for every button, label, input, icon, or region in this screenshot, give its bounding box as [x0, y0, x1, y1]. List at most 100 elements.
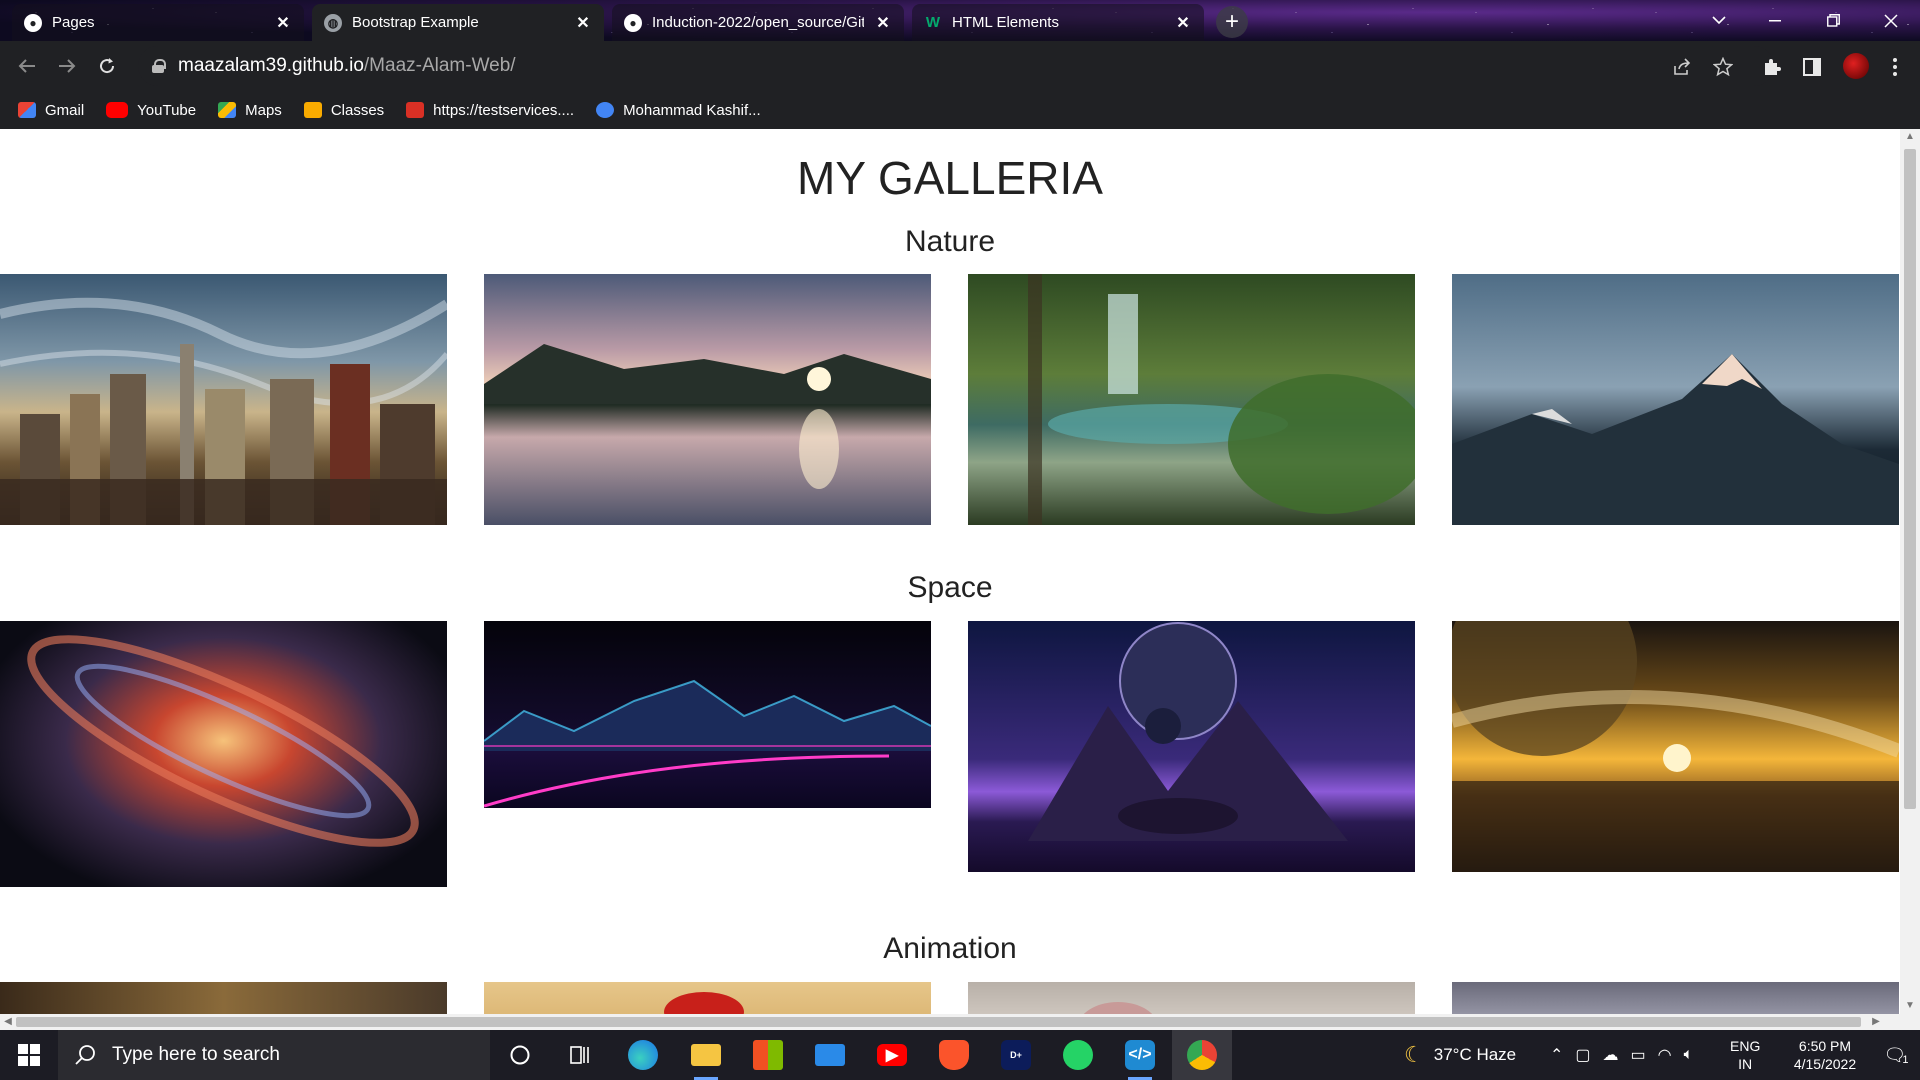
- scroll-up-icon[interactable]: ▲: [1900, 129, 1920, 145]
- disney-app-button[interactable]: D+: [998, 1037, 1034, 1073]
- tab-search-button[interactable]: [1694, 0, 1744, 41]
- tab-html-elements[interactable]: W HTML Elements ✕: [912, 4, 1204, 41]
- weather-text: 37°C Haze: [1433, 1045, 1517, 1064]
- url-domain: maazalam39.github.io: [178, 55, 364, 76]
- maps-icon: [218, 102, 237, 118]
- forward-button[interactable]: [50, 49, 84, 83]
- edge-app-button[interactable]: [625, 1037, 661, 1073]
- bookmark-label: YouTube: [137, 101, 197, 119]
- system-tray-icons: ⌃ ▢ ☁ ▭ ◠ 🔈︎: [1550, 1030, 1693, 1080]
- kebab-menu-icon: [1893, 58, 1897, 76]
- store-app-button[interactable]: [750, 1037, 786, 1073]
- battery-icon[interactable]: ▭: [1631, 1045, 1646, 1065]
- onedrive-icon[interactable]: ☁: [1603, 1045, 1619, 1065]
- new-tab-button[interactable]: +: [1216, 6, 1248, 38]
- lake-sunset-art: [484, 344, 931, 489]
- close-icon[interactable]: ✕: [574, 13, 592, 33]
- vscode-app-button[interactable]: </>: [1122, 1037, 1158, 1080]
- github-icon: ●: [24, 13, 42, 32]
- bookmark-youtube[interactable]: YouTube: [106, 102, 196, 119]
- bookmark-star-button[interactable]: [1711, 55, 1735, 79]
- scroll-down-icon[interactable]: ▼: [1900, 998, 1920, 1014]
- clock-time: 6:50 PM: [1798, 1038, 1852, 1054]
- tab-induction[interactable]: ● Induction-2022/open_source/Git ✕: [612, 4, 904, 41]
- gallery-image-planet-sunset[interactable]: [1452, 621, 1899, 872]
- chrome-app-button[interactable]: [1172, 1030, 1232, 1080]
- section-title-nature: Nature: [904, 225, 996, 258]
- task-view-button[interactable]: [562, 1037, 598, 1073]
- file-explorer-app-button[interactable]: [688, 1037, 724, 1080]
- chevron-up-icon[interactable]: ⌃: [1550, 1045, 1563, 1065]
- mail-app-button[interactable]: [812, 1037, 848, 1073]
- profile-avatar[interactable]: [1843, 53, 1869, 79]
- side-panel-button[interactable]: [1800, 55, 1824, 79]
- menu-button[interactable]: [1883, 55, 1907, 79]
- browser-toolbar: maazalam39.github.io/Maaz-Alam-Web/: [0, 41, 1920, 91]
- back-button[interactable]: [10, 49, 44, 83]
- volume-icon[interactable]: 🔈︎: [1684, 1046, 1694, 1064]
- whatsapp-app-button[interactable]: [1060, 1037, 1096, 1073]
- tab-bootstrap-example[interactable]: ◍ Bootstrap Example ✕: [312, 4, 604, 41]
- bookmarks-bar: Gmail YouTube Maps Classes https://tests…: [0, 91, 1920, 129]
- reload-button[interactable]: [90, 49, 124, 83]
- forest-waterfall-art: [1028, 274, 1415, 525]
- notification-center-button[interactable]: 🗨︎ 1: [1878, 1030, 1914, 1080]
- language-indicator[interactable]: ENG IN: [1730, 1030, 1760, 1080]
- share-button[interactable]: [1670, 55, 1694, 79]
- cortana-button[interactable]: [502, 1037, 538, 1073]
- close-icon[interactable]: ✕: [274, 13, 292, 33]
- bookmark-maps[interactable]: Maps: [218, 102, 282, 119]
- bookmark-classes[interactable]: Classes: [303, 102, 384, 119]
- wifi-icon[interactable]: ◠: [1658, 1045, 1672, 1065]
- gmail-icon: [18, 102, 36, 118]
- horizontal-scrollbar[interactable]: ◀ ▶: [0, 1014, 1900, 1030]
- brave-app-button[interactable]: [936, 1037, 972, 1073]
- restore-button[interactable]: [1808, 0, 1858, 41]
- city-skyline-art: [0, 297, 447, 525]
- gallery-image-forest-waterfall[interactable]: [968, 274, 1415, 525]
- windows-taskbar: Type here to search ▶ D+ </> ☾ 37°C Haze…: [0, 1030, 1920, 1080]
- gallery-image-neon-mountains[interactable]: [484, 621, 931, 808]
- tab-strip: ● Pages ✕ ◍ Bootstrap Example ✕ ● Induct…: [0, 0, 1920, 41]
- neon-mountains-art: [484, 679, 931, 808]
- lock-icon: [152, 59, 166, 73]
- clock[interactable]: 6:50 PM 4/15/2022: [1775, 1030, 1875, 1080]
- gallery-image-city-skyline[interactable]: [0, 274, 447, 525]
- extensions-button[interactable]: [1760, 55, 1784, 79]
- horizontal-scroll-thumb[interactable]: [16, 1017, 1861, 1027]
- close-icon[interactable]: ✕: [1174, 13, 1192, 33]
- cortana-icon: [510, 1045, 530, 1065]
- youtube-app-button[interactable]: ▶: [874, 1037, 910, 1073]
- scroll-right-icon[interactable]: ▶: [1868, 1014, 1884, 1030]
- brave-icon: [939, 1040, 969, 1070]
- close-window-button[interactable]: [1866, 0, 1916, 41]
- share-icon: [1674, 58, 1691, 75]
- galaxy-art: [27, 635, 419, 847]
- vscode-icon: </>: [1125, 1040, 1155, 1070]
- chevron-down-icon: [1712, 16, 1726, 25]
- url-text: maazalam39.github.io/Maaz-Alam-Web/: [178, 55, 516, 77]
- gallery-image-galaxy[interactable]: [0, 621, 447, 887]
- scroll-left-icon[interactable]: ◀: [0, 1014, 16, 1030]
- reload-icon: [100, 58, 115, 74]
- taskbar-search-box[interactable]: Type here to search: [58, 1030, 490, 1080]
- close-icon[interactable]: ✕: [874, 13, 892, 33]
- weather-widget[interactable]: ☾ 37°C Haze: [1404, 1030, 1516, 1080]
- tab-pages[interactable]: ● Pages ✕: [12, 4, 304, 41]
- start-button[interactable]: [0, 1030, 58, 1080]
- bookmark-label: Gmail: [45, 101, 85, 119]
- section-title-space: Space: [907, 571, 993, 604]
- bookmark-gmail[interactable]: Gmail: [18, 102, 84, 119]
- address-bar[interactable]: maazalam39.github.io/Maaz-Alam-Web/: [138, 46, 1774, 86]
- vertical-scroll-thumb[interactable]: [1904, 149, 1916, 809]
- gallery-image-lake-sunset[interactable]: [484, 274, 931, 525]
- minimize-button[interactable]: [1750, 0, 1800, 41]
- vertical-scrollbar[interactable]: ▲ ▼: [1900, 129, 1920, 1030]
- gallery-image-mountain-peak[interactable]: [1452, 274, 1899, 525]
- meet-now-icon[interactable]: ▢: [1575, 1045, 1590, 1065]
- bookmark-testservices[interactable]: https://testservices....: [406, 102, 574, 119]
- youtube-icon: [106, 102, 129, 118]
- bookmark-mohammad-kashif[interactable]: Mohammad Kashif...: [596, 102, 761, 119]
- gallery-image-moon-mountains[interactable]: [968, 621, 1415, 872]
- tab-title: HTML Elements: [952, 14, 1059, 31]
